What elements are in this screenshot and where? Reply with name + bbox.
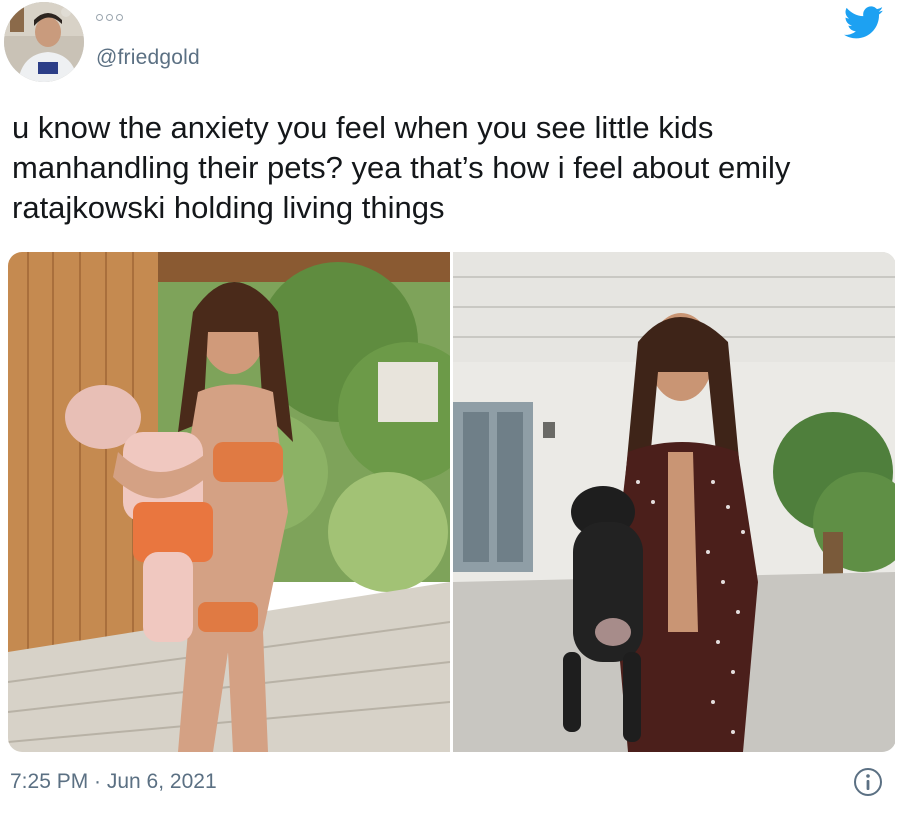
tweet-text: u know the anxiety you feel when you see…	[12, 110, 791, 225]
tweet-card: @friedgold u know the anxiety you feel w…	[0, 0, 900, 818]
tweet-media[interactable]	[8, 252, 896, 752]
tweet-timestamp[interactable]: 7:25 PM · Jun 6, 2021	[10, 770, 217, 794]
photo-right[interactable]	[453, 252, 895, 752]
info-icon[interactable]	[852, 766, 884, 798]
avatar[interactable]	[4, 2, 84, 82]
more-dots-icon[interactable]	[96, 10, 128, 24]
twitter-bird-icon	[844, 6, 884, 39]
photo-left[interactable]	[8, 252, 450, 752]
user-handle[interactable]: @friedgold	[96, 46, 200, 70]
